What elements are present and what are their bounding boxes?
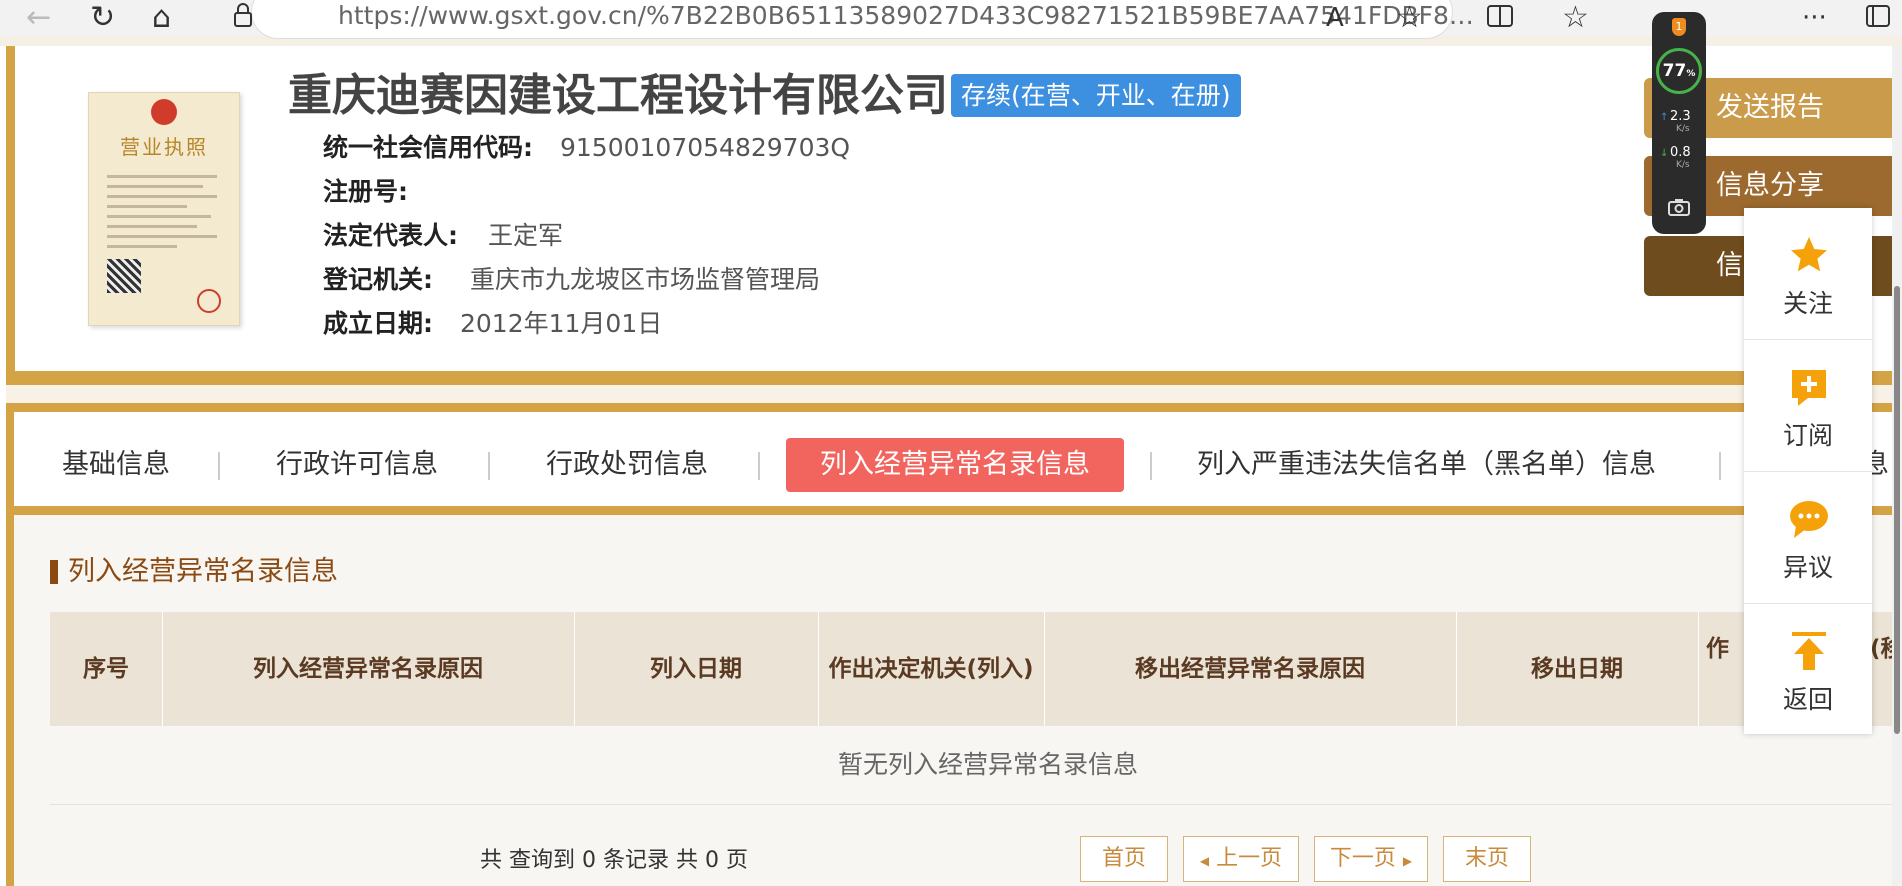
caret-left-icon: ◀	[1199, 854, 1210, 868]
legal-rep-label: 法定代表人:	[323, 221, 458, 250]
first-page-button[interactable]: 首页	[1080, 836, 1168, 882]
tab-admin-license[interactable]: 行政许可信息	[276, 438, 438, 492]
column-header-index: 序号	[83, 656, 129, 682]
browser-toolbar: ← ↻ ⌂ https://www.gsxt.gov.cn/%7B22B0B65…	[0, 0, 1902, 38]
business-license-image[interactable]: 营业执照	[88, 92, 240, 326]
objection-button[interactable]: 异议	[1744, 472, 1872, 602]
gold-divider	[6, 403, 1902, 412]
column-header-reason: 列入经营异常名录原因	[253, 656, 483, 682]
legal-rep-value: 王定军	[488, 221, 564, 250]
empty-message: 暂无列入经营异常名录信息	[837, 750, 1138, 779]
upload-arrow-icon: ↑	[1660, 112, 1669, 123]
status-badge: 存续(在营、开业、在册)	[951, 74, 1241, 117]
back-icon[interactable]: ←	[26, 2, 51, 34]
company-name: 重庆迪赛因建设工程设计有限公司	[288, 70, 948, 121]
back-to-top-button[interactable]: 返回	[1744, 604, 1872, 734]
credit-code-value: 91500107054829703Q	[560, 133, 851, 162]
credit-code-label: 统一社会信用代码:	[323, 133, 533, 162]
home-icon[interactable]: ⌂	[152, 2, 171, 34]
section-title: 列入经营异常名录信息	[68, 556, 338, 587]
read-aloud-icon[interactable]: A	[1326, 2, 1344, 34]
gap-band	[6, 385, 1902, 403]
url-text[interactable]: https://www.gsxt.gov.cn/%7B22B0B65113589…	[338, 0, 1474, 32]
comment-bubble-icon	[1790, 501, 1828, 538]
usage-percent: 77%	[1662, 61, 1696, 81]
qr-code-icon	[107, 259, 141, 293]
more-menu-icon[interactable]: ···	[1802, 2, 1827, 34]
column-header-removal-authority: 作	[1706, 636, 1729, 662]
tab-separator	[1150, 452, 1152, 480]
star-icon	[1791, 237, 1827, 272]
caret-right-icon: ▶	[1402, 854, 1413, 868]
sidebar-toggle-icon[interactable]	[1864, 2, 1892, 37]
tab-separator	[1719, 452, 1721, 480]
license-title: 营业执照	[120, 135, 208, 159]
subscribe-plus-icon	[1792, 370, 1826, 406]
favorite-star-icon[interactable]: ☆	[1396, 2, 1423, 34]
record-count: 共 查询到 0 条记录 共 0 页	[480, 848, 748, 873]
founded-label: 成立日期:	[323, 309, 433, 338]
founded-value: 2012年11月01日	[460, 309, 663, 338]
split-screen-icon[interactable]	[1486, 2, 1514, 37]
floating-action-panel: 关注 订阅 异议 返回	[1744, 208, 1872, 734]
tab-basic-info[interactable]: 基础信息	[62, 438, 170, 492]
network-monitor-widget[interactable]: 1 77% ↑ 2.3 K/s ↓ 0.8 K/s	[1652, 12, 1706, 234]
official-seal-icon	[197, 289, 221, 313]
favorites-bar-icon[interactable]: ☆	[1562, 2, 1589, 34]
gold-divider	[6, 371, 1902, 385]
column-header-removal-reason: 移出经营异常名录原因	[1135, 656, 1365, 682]
refresh-icon[interactable]: ↻	[90, 2, 115, 34]
column-header-date: 列入日期	[650, 656, 742, 682]
subscribe-button[interactable]: 订阅	[1744, 340, 1872, 470]
back-to-top-icon	[1792, 632, 1826, 670]
lock-icon	[232, 2, 254, 37]
tab-admin-penalty[interactable]: 行政处罚信息	[546, 438, 708, 492]
reg-no-label: 注册号:	[323, 177, 408, 206]
last-page-button[interactable]: 末页	[1443, 836, 1531, 882]
follow-button[interactable]: 关注	[1744, 208, 1872, 338]
download-arrow-icon: ↓	[1660, 148, 1669, 159]
section-marker	[50, 560, 58, 584]
authority-label: 登记机关:	[323, 265, 433, 294]
camera-icon[interactable]	[1668, 198, 1690, 216]
shield-badge-icon: 1	[1672, 18, 1686, 36]
tab-separator	[758, 452, 760, 480]
national-emblem-icon	[151, 99, 177, 125]
tab-abnormal-operation[interactable]: 列入经营异常名录信息	[786, 438, 1124, 492]
download-rate: 0.8	[1670, 145, 1691, 160]
prev-page-button[interactable]: ◀ 上一页	[1183, 836, 1299, 882]
authority-value: 重庆市九龙坡区市场监督管理局	[470, 265, 821, 294]
column-header-authority: 作出决定机关(列入)	[828, 656, 1034, 682]
tab-separator	[488, 452, 490, 480]
upload-rate: 2.3	[1670, 109, 1691, 124]
gold-divider	[14, 506, 1902, 515]
column-header-removal-date: 移出日期	[1531, 656, 1623, 682]
scrollbar-thumb[interactable]	[1894, 286, 1900, 734]
tab-blacklist[interactable]: 列入严重违法失信名单（黑名单）信息	[1197, 438, 1656, 492]
next-page-button[interactable]: 下一页 ▶	[1314, 836, 1428, 882]
tab-separator	[218, 452, 220, 480]
